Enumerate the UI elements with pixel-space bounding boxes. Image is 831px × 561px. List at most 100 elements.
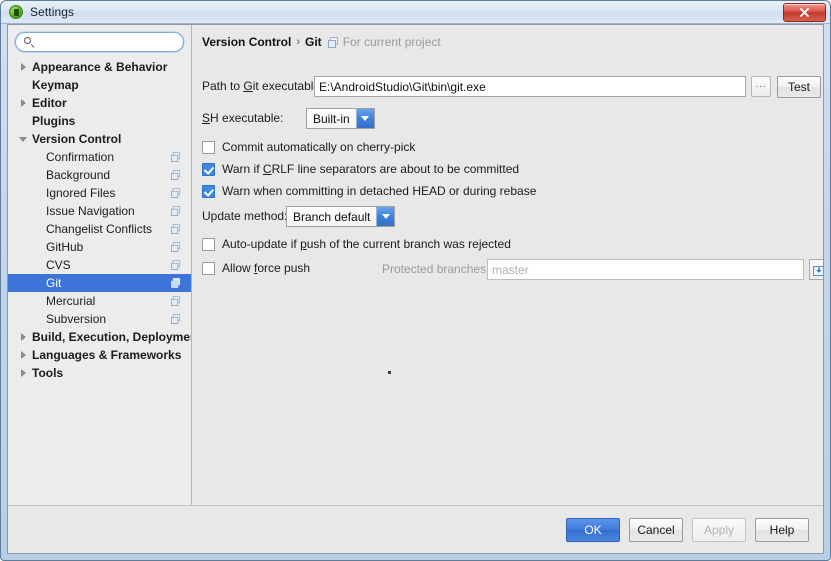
- git-path-label: Path to Git executable:: [202, 79, 324, 93]
- sidebar-item-label: Languages & Frameworks: [32, 348, 182, 362]
- allow-force-push-checkbox-row[interactable]: Allow force push: [202, 261, 310, 275]
- expand-field-icon: [812, 265, 823, 276]
- protected-branches-input[interactable]: [487, 259, 804, 280]
- sidebar-item-label: GitHub: [46, 240, 84, 254]
- settings-content: Version Control › Git For current projec…: [192, 25, 823, 505]
- sidebar-item-subversion[interactable]: Subversion: [8, 310, 191, 328]
- close-button[interactable]: [783, 3, 826, 22]
- ssh-executable-value: Built-in: [307, 109, 356, 128]
- update-method-combo[interactable]: Branch default: [286, 206, 396, 227]
- project-scope-icon: [171, 224, 181, 234]
- sidebar-item-issue-navigation[interactable]: Issue Navigation: [8, 202, 191, 220]
- sidebar-item-label: Git: [46, 276, 62, 290]
- help-button[interactable]: Help: [755, 517, 809, 542]
- sidebar-item-changelist-conflicts[interactable]: Changelist Conflicts: [8, 220, 191, 238]
- auto-update-checkbox-row[interactable]: Auto-update if push of the current branc…: [202, 237, 511, 251]
- settings-sidebar: Appearance & Behavior Keymap Editor Plugins…: [8, 25, 192, 505]
- chevron-down-icon[interactable]: [18, 133, 30, 145]
- sidebar-item-editor[interactable]: Editor: [8, 94, 191, 112]
- search-input[interactable]: [39, 34, 191, 50]
- auto-update-label: Auto-update if push of the current branc…: [222, 237, 511, 251]
- chevron-down-icon[interactable]: [355, 109, 374, 128]
- chevron-down-icon[interactable]: [376, 207, 395, 226]
- chevron-right-icon[interactable]: [18, 97, 30, 109]
- sidebar-item-label: Subversion: [46, 312, 107, 326]
- project-scope-icon: [171, 314, 181, 324]
- sidebar-item-ignored-files[interactable]: Ignored Files: [8, 184, 191, 202]
- detached-head-warn-label: Warn when committing in detached HEAD or…: [222, 184, 537, 198]
- sidebar-item-tools[interactable]: Tools: [8, 364, 191, 382]
- project-scope-icon: [171, 260, 181, 270]
- sidebar-item-label: Appearance & Behavior: [32, 60, 168, 74]
- git-path-browse-button[interactable]: ...: [751, 76, 771, 97]
- sidebar-item-label: Changelist Conflicts: [46, 222, 153, 236]
- ok-button[interactable]: OK: [566, 517, 620, 542]
- project-scope-icon: [171, 170, 181, 180]
- breadcrumb-root[interactable]: Version Control: [202, 35, 291, 49]
- crlf-warn-checkbox-row[interactable]: Warn if CRLF line separators are about t…: [202, 162, 519, 176]
- detached-head-warn-checkbox-row[interactable]: Warn when committing in detached HEAD or…: [202, 184, 536, 198]
- chevron-right-icon[interactable]: [18, 331, 30, 343]
- sidebar-item-label: Issue Navigation: [46, 204, 135, 218]
- sidebar-item-label: Confirmation: [46, 150, 115, 164]
- apply-button: Apply: [692, 517, 746, 542]
- sidebar-item-confirmation[interactable]: Confirmation: [8, 148, 191, 166]
- sidebar-item-background[interactable]: Background: [8, 166, 191, 184]
- sidebar-item-label: Background: [46, 168, 111, 182]
- settings-body: Appearance & Behavior Keymap Editor Plugins…: [8, 25, 823, 505]
- settings-window: Settings Appearance & Behavior Keymap Edit…: [0, 0, 831, 561]
- cherry-pick-checkbox[interactable]: [202, 140, 215, 154]
- cancel-button[interactable]: Cancel: [629, 517, 683, 542]
- close-icon: [800, 8, 809, 17]
- search-icon: [24, 36, 35, 48]
- sidebar-item-languages-frameworks[interactable]: Languages & Frameworks: [8, 346, 191, 364]
- sidebar-item-git[interactable]: Git: [8, 274, 191, 292]
- sidebar-item-version-control[interactable]: Version Control: [8, 130, 191, 148]
- sidebar-item-label: Mercurial: [46, 294, 96, 308]
- update-method-row: Update method:: [202, 209, 287, 223]
- project-scope-icon: [171, 188, 181, 198]
- scope-note: For current project: [342, 35, 441, 49]
- ssh-executable-combo[interactable]: Built-in: [306, 108, 375, 129]
- android-studio-icon: [9, 5, 23, 19]
- dialog-footer: OK Cancel Apply Help: [8, 505, 823, 553]
- project-scope-icon: [171, 206, 181, 216]
- sidebar-item-label: Keymap: [32, 78, 79, 92]
- cherry-pick-checkbox-row[interactable]: Commit automatically on cherry-pick: [202, 140, 415, 154]
- sidebar-item-mercurial[interactable]: Mercurial: [8, 292, 191, 310]
- detached-head-warn-checkbox[interactable]: [202, 184, 215, 198]
- project-scope-icon: [327, 36, 338, 48]
- expand-field-icon-button[interactable]: [809, 259, 823, 280]
- git-test-button[interactable]: Test: [777, 76, 821, 98]
- allow-force-push-checkbox[interactable]: [202, 261, 215, 275]
- sidebar-item-plugins[interactable]: Plugins: [8, 112, 191, 130]
- chevron-right-icon[interactable]: [18, 349, 30, 361]
- sidebar-item-cvs[interactable]: CVS: [8, 256, 191, 274]
- sidebar-item-appearance-behavior[interactable]: Appearance & Behavior: [8, 58, 191, 76]
- project-scope-icon: [171, 242, 181, 252]
- crlf-warn-label: Warn if CRLF line separators are about t…: [222, 162, 520, 176]
- chevron-right-icon[interactable]: [18, 367, 30, 379]
- git-path-row: Path to Git executable:: [202, 79, 323, 93]
- project-scope-icon: [171, 296, 181, 306]
- sidebar-item-keymap[interactable]: Keymap: [8, 76, 191, 94]
- ssh-executable-label: SH executable:: [202, 111, 284, 125]
- update-method-value: Branch default: [287, 207, 377, 226]
- sidebar-item-build-execution-deployment[interactable]: Build, Execution, Deployment: [8, 328, 191, 346]
- chevron-right-icon[interactable]: [18, 61, 30, 73]
- sidebar-item-label: Plugins: [32, 114, 76, 128]
- breadcrumb-separator: ›: [296, 36, 301, 48]
- artifact-dot: [388, 371, 391, 374]
- search-box[interactable]: [15, 32, 191, 52]
- sidebar-item-label: CVS: [46, 258, 71, 272]
- auto-update-checkbox[interactable]: [202, 237, 215, 251]
- protected-branches-label: Protected branches:: [382, 262, 490, 276]
- allow-force-push-label: Allow force push: [222, 261, 311, 275]
- window-title: Settings: [30, 5, 75, 19]
- git-path-input[interactable]: [314, 76, 746, 97]
- sidebar-item-github[interactable]: GitHub: [8, 238, 191, 256]
- crlf-warn-checkbox[interactable]: [202, 162, 215, 176]
- breadcrumb: Version Control › Git For current projec…: [202, 35, 441, 49]
